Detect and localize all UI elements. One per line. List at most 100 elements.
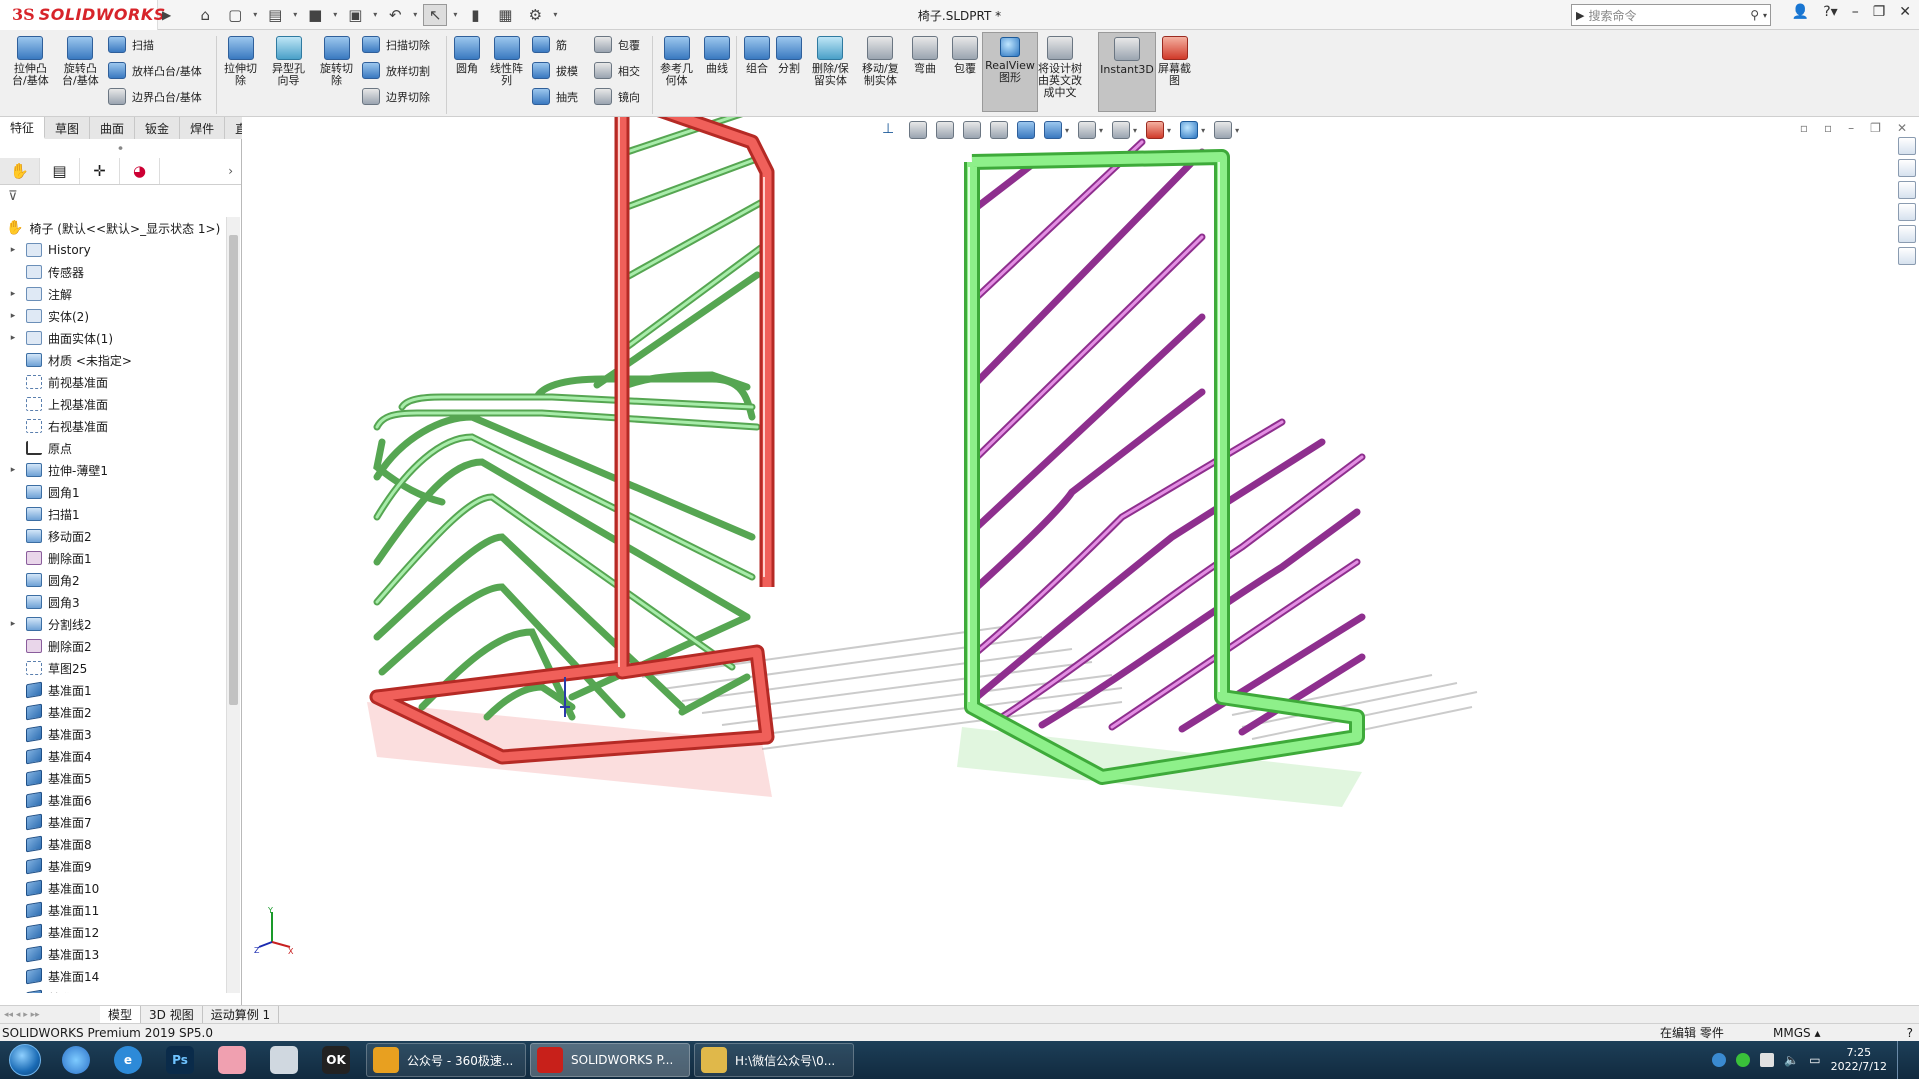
viewport-close-icon[interactable]: ✕ <box>1897 121 1907 135</box>
tree-item[interactable]: 基准面10 <box>0 877 226 899</box>
expand-arrow-icon[interactable]: ▸ <box>6 465 20 475</box>
open-caret[interactable]: ▾ <box>293 10 297 19</box>
tile-right-icon[interactable]: ▫ <box>1824 121 1832 135</box>
taskbar-pin-recorder[interactable]: OK <box>310 1042 362 1078</box>
taskbar-pin-tool[interactable] <box>258 1042 310 1078</box>
file-explorer-icon[interactable] <box>1898 181 1916 199</box>
traffic-light-icon[interactable]: ▮ <box>463 4 487 26</box>
tab-4[interactable]: 焊件 <box>180 117 226 139</box>
print-icon[interactable]: ▣ <box>343 4 367 26</box>
cmd-boundary-cut[interactable]: 边界切除 <box>362 88 430 105</box>
file-properties-icon[interactable]: ▦ <box>493 4 517 26</box>
taskbar-pin-ie[interactable]: e <box>102 1042 154 1078</box>
bottom-tab-0[interactable]: 模型 <box>100 1006 142 1023</box>
cmd-instant3d-button[interactable]: Instant3D <box>1098 32 1156 112</box>
cmd-revolve-boss-button[interactable]: 旋转凸 台/基体 <box>62 36 99 87</box>
cmd-extrude-boss-button[interactable]: 拉伸凸 台/基体 <box>12 36 49 87</box>
tree-item[interactable]: 基准面7 <box>0 811 226 833</box>
cmd-draft[interactable]: 拔模 <box>532 62 578 79</box>
cmd-boundary[interactable]: 边界凸台/基体 <box>108 88 202 105</box>
tree-item[interactable]: 扫描1 <box>0 503 226 525</box>
new-caret[interactable]: ▾ <box>253 10 257 19</box>
taskbar-task[interactable]: SOLIDWORKS P... <box>530 1043 690 1077</box>
caret[interactable]: ▾ <box>1065 126 1069 135</box>
restore-icon[interactable]: ❐ <box>1873 4 1886 20</box>
tree-item[interactable]: 移动面2 <box>0 525 226 547</box>
tree-item[interactable]: ▸ 注解 <box>0 283 226 305</box>
tab-1[interactable]: 草图 <box>45 117 91 139</box>
unit-system[interactable]: MMGS ▴ <box>1773 1026 1820 1040</box>
cmd-mirror[interactable]: 镜向 <box>594 88 640 105</box>
tree-item[interactable]: 基准面1 <box>0 679 226 701</box>
tree-item[interactable]: 删除面1 <box>0 547 226 569</box>
tab-0[interactable]: 特征 <box>0 117 46 139</box>
cmd-macro-button[interactable]: 将设计树 由英文改 成中文 <box>1038 36 1082 99</box>
cmd-sweep[interactable]: 扫描 <box>108 36 154 53</box>
expand-arrow-icon[interactable]: ▸ <box>6 245 20 255</box>
cmd-realview-button[interactable]: RealView 图形 <box>982 32 1038 112</box>
cmd-loft[interactable]: 放样凸台/基体 <box>108 62 202 79</box>
cmd-wrap[interactable]: 包覆 <box>594 36 640 53</box>
tree-item[interactable]: 基准面4 <box>0 745 226 767</box>
hide-show-icon[interactable] <box>1112 121 1131 139</box>
tree-item[interactable]: 基准面9 <box>0 855 226 877</box>
apply-scene-icon[interactable] <box>1180 121 1199 139</box>
minimize-icon[interactable]: – <box>1852 4 1859 20</box>
tree-root-part[interactable]: ✋ 椅子 (默认<<默认>_显示状态 1>) <box>0 217 226 239</box>
tree-item[interactable]: 基准面8 <box>0 833 226 855</box>
cmd-fillet-button[interactable]: 圆角 <box>454 36 480 75</box>
tray-flag-icon[interactable] <box>1760 1053 1775 1067</box>
cmd-revolve-cut-button[interactable]: 旋转切 除 <box>320 36 353 87</box>
cmd-hole-wizard-button[interactable]: 异型孔 向导 <box>272 36 305 87</box>
taskbar-pin-app[interactable] <box>206 1042 258 1078</box>
tree-item[interactable]: 基准面2 <box>0 701 226 723</box>
home-icon[interactable]: ⌂ <box>193 4 217 26</box>
tree-item[interactable]: 基准面5 <box>0 767 226 789</box>
tree-item[interactable]: ▸ 拉伸-薄壁1 <box>0 459 226 481</box>
undo-caret[interactable]: ▾ <box>413 10 417 19</box>
solidworks-resources-icon[interactable] <box>1898 137 1916 155</box>
cmd-shell[interactable]: 抽壳 <box>532 88 578 105</box>
tree-item[interactable]: 圆角2 <box>0 569 226 591</box>
tree-item[interactable]: 基准面15 <box>0 987 226 993</box>
undo-icon[interactable]: ↶ <box>383 4 407 26</box>
network-icon[interactable]: ▭ <box>1809 1053 1820 1067</box>
options-gear-icon[interactable]: ⚙ <box>523 4 547 26</box>
tree-item[interactable]: 基准面3 <box>0 723 226 745</box>
tree-scroll-thumb[interactable] <box>229 235 238 705</box>
tab-2[interactable]: 曲面 <box>90 117 136 139</box>
save-caret[interactable]: ▾ <box>333 10 337 19</box>
configuration-manager-tab-icon[interactable]: ✛ <box>80 157 120 184</box>
cmd-sweep-cut[interactable]: 扫描切除 <box>362 36 430 53</box>
cmd-delete-body-button[interactable]: 删除/保 留实体 <box>812 36 849 87</box>
filter-icon[interactable]: ⊽ <box>8 189 18 204</box>
tray-app-icon[interactable] <box>1712 1053 1727 1067</box>
tree-item[interactable]: 删除面2 <box>0 635 226 657</box>
expand-arrow-icon[interactable]: ▸ <box>6 333 20 343</box>
zoom-to-fit-icon[interactable] <box>909 121 927 139</box>
property-manager-tab-icon[interactable]: ▤ <box>40 157 80 184</box>
edit-appearance-icon[interactable] <box>1146 121 1165 139</box>
tree-scrollbar[interactable] <box>226 217 240 993</box>
show-desktop-button[interactable] <box>1897 1041 1907 1079</box>
cmd-linear-pattern-button[interactable]: 线性阵 列 <box>490 36 523 87</box>
tree-item[interactable]: 草图25 <box>0 657 226 679</box>
select-arrow-icon[interactable]: ↖ <box>423 3 448 26</box>
dynamic-annotation-icon[interactable] <box>1017 121 1035 139</box>
tree-item[interactable]: 圆角1 <box>0 481 226 503</box>
tree-item[interactable]: 基准面12 <box>0 921 226 943</box>
zoom-area-icon[interactable] <box>936 121 954 139</box>
tree-item[interactable]: 原点 <box>0 437 226 459</box>
cmd-reference-geometry-button[interactable]: 参考几 何体 <box>660 36 693 87</box>
search-command-box[interactable]: ▶ 搜索命令 ⚲ ▾ <box>1571 4 1771 26</box>
start-button[interactable] <box>0 1041 50 1079</box>
status-help-icon[interactable]: ? <box>1907 1026 1913 1040</box>
close-icon[interactable]: ✕ <box>1899 4 1911 20</box>
cmd-move-copy-button[interactable]: 移动/复 制实体 <box>862 36 899 87</box>
taskbar-pin-photoshop[interactable]: Ps <box>154 1042 206 1078</box>
tree-item[interactable]: 传感器 <box>0 261 226 283</box>
tree-item[interactable]: ▸ 分割线2 <box>0 613 226 635</box>
tree-item[interactable]: 前视基准面 <box>0 371 226 393</box>
view-orientation-icon[interactable]: ⊥ <box>882 121 900 139</box>
bottom-tab-1[interactable]: 3D 视图 <box>141 1006 203 1023</box>
